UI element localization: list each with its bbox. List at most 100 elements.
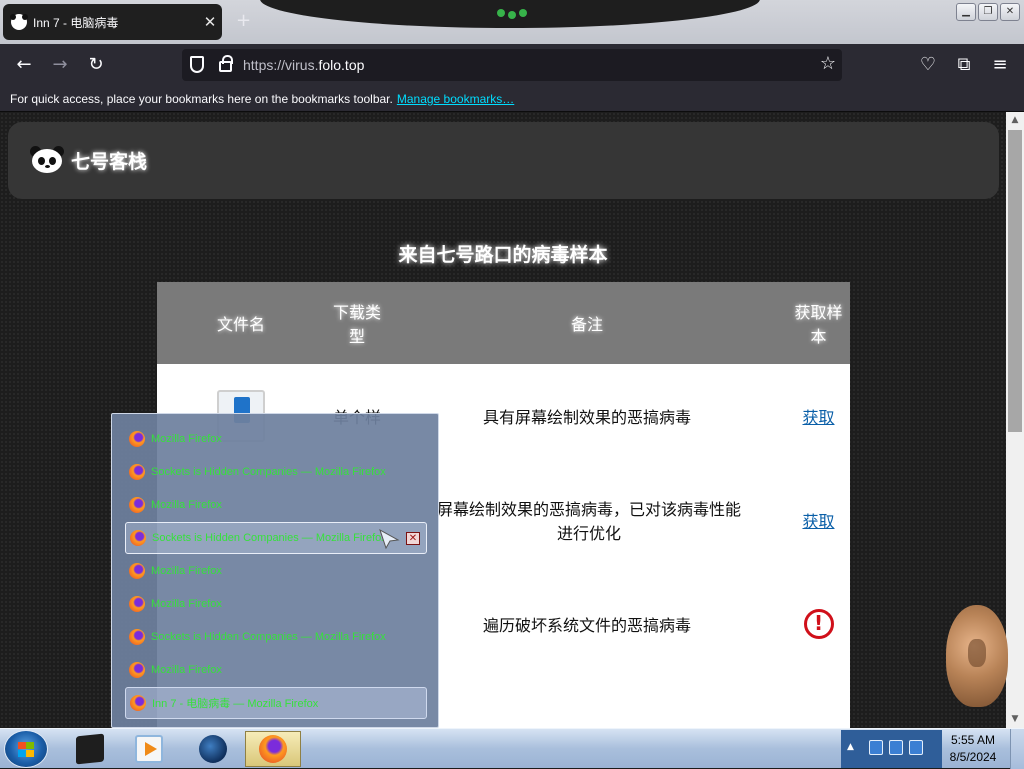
- get-cell: 获取: [787, 468, 850, 572]
- header-notes: 备注: [570, 315, 603, 334]
- firefox-icon: [129, 563, 145, 579]
- clock-date: 8/5/2024: [949, 750, 997, 764]
- table-header: 文件名 下载类型 备注 获取样本: [157, 282, 850, 364]
- firefox-icon: [129, 464, 145, 480]
- tab-close-icon[interactable]: ✕: [198, 13, 222, 31]
- taskbar-app-media-player[interactable]: [121, 731, 177, 767]
- window-list-label: Mozilla Firefox: [151, 433, 222, 445]
- window-list-label: Mozilla Firefox: [151, 565, 222, 577]
- tab-inn7[interactable]: Inn 7 - 电脑病毒 ✕: [3, 4, 222, 40]
- firefox-icon: [129, 662, 145, 678]
- windows-taskbar: ▲ 5:55 AM 8/5/2024: [0, 728, 1024, 769]
- scroll-down-icon[interactable]: ▼: [1006, 711, 1024, 728]
- minimize-button[interactable]: ▁: [956, 3, 976, 21]
- clock-time: 5:55 AM: [950, 733, 996, 747]
- menu-icon[interactable]: ≡: [988, 53, 1012, 77]
- browser-titlebar: Inn 7 - 电脑病毒 ✕ + ▁ ❐ ✕: [0, 0, 1024, 44]
- window-list-item[interactable]: Sockets is Hidden Companies — Mozilla Fi…: [125, 621, 427, 653]
- bookmarks-hint-text: For quick access, place your bookmarks h…: [10, 92, 393, 106]
- window-list-item[interactable]: Sockets is Hidden Companies — Mozilla Fi…: [125, 456, 427, 488]
- firefox-icon: [129, 431, 145, 447]
- forward-arrow-icon[interactable]: →: [48, 53, 72, 77]
- firefox-icon: [259, 735, 287, 763]
- note-cell: 具有屏幕绘制效果的恶搞病毒: [482, 408, 691, 427]
- firefox-icon: [130, 695, 146, 711]
- globe-icon: [199, 735, 227, 763]
- header-get-sample: 获取样本: [794, 303, 843, 346]
- get-sample-link[interactable]: 获取: [802, 404, 834, 428]
- note-cell: 屏幕绘制效果的恶搞病毒，已对该病毒性能进行优化: [436, 500, 741, 543]
- taskbar-app-explorer[interactable]: [62, 731, 118, 767]
- firefox-icon: [130, 530, 146, 546]
- window-controls: ▁ ❐ ✕: [956, 3, 1020, 21]
- note-cell: 遍历破坏系统文件的恶搞病毒: [482, 616, 691, 635]
- folder-icon: [76, 733, 104, 765]
- url-text[interactable]: https://virus.folo.top: [243, 57, 364, 73]
- close-window-icon[interactable]: ✕: [406, 532, 420, 545]
- reload-icon[interactable]: ↻: [84, 53, 108, 77]
- window-list-label: Sockets is Hidden Companies — Mozilla Fi…: [152, 532, 387, 544]
- tray-icons: [869, 740, 923, 755]
- window-list-label: Mozilla Firefox: [151, 664, 222, 676]
- url-bar[interactable]: https://virus.folo.top ☆: [182, 49, 842, 81]
- window-list-label: Mozilla Firefox: [151, 499, 222, 511]
- lock-icon[interactable]: [219, 55, 233, 72]
- alert-icon[interactable]: !: [803, 609, 834, 639]
- new-tab-button[interactable]: +: [236, 10, 251, 31]
- scrollbar-thumb[interactable]: [1008, 130, 1022, 432]
- get-cell: !: [787, 572, 850, 676]
- firefox-icon: [129, 596, 145, 612]
- window-list-item[interactable]: Mozilla Firefox: [125, 588, 427, 620]
- window-list-label: Mozilla Firefox: [151, 598, 222, 610]
- windows-start-icon[interactable]: [4, 730, 48, 768]
- taskbar-clock[interactable]: 5:55 AM 8/5/2024: [942, 732, 1004, 766]
- url-domain: folo.top: [318, 57, 365, 73]
- volume-icon[interactable]: [909, 740, 923, 755]
- back-arrow-icon[interactable]: ←: [12, 53, 36, 77]
- window-list-label: Inn 7 - 电脑病毒 — Mozilla Firefox: [152, 698, 319, 710]
- extensions-icon[interactable]: ⧉: [952, 53, 976, 77]
- bookmarks-toolbar: For quick access, place your bookmarks h…: [0, 86, 1024, 112]
- show-desktop-button[interactable]: [1010, 729, 1024, 769]
- star-icon[interactable]: ☆: [820, 53, 836, 74]
- taskbar-app-globe[interactable]: [185, 731, 241, 767]
- header-download-type: 下载类型: [332, 303, 381, 346]
- firefox-icon: [129, 497, 145, 513]
- scroll-up-icon[interactable]: ▲: [1006, 112, 1024, 129]
- media-player-icon: [135, 735, 163, 763]
- desktop-mascot[interactable]: [946, 605, 1008, 707]
- panda-logo-icon[interactable]: [30, 144, 64, 174]
- site-header: 七号客栈: [8, 122, 999, 199]
- window-list-item[interactable]: Inn 7 - 电脑病毒 — Mozilla Firefox: [125, 687, 427, 719]
- tab-title: Inn 7 - 电脑病毒: [33, 15, 119, 30]
- tray-expand-icon[interactable]: ▲: [847, 742, 854, 752]
- network-icon[interactable]: [869, 740, 883, 755]
- firefox-icon: [129, 629, 145, 645]
- theme-dots-decoration: [497, 4, 527, 19]
- mouse-cursor-icon: [379, 528, 400, 550]
- close-window-button[interactable]: ✕: [1000, 3, 1020, 21]
- panda-favicon-icon: [10, 14, 28, 30]
- get-sample-link[interactable]: 获取: [802, 508, 834, 532]
- site-name[interactable]: 七号客栈: [71, 147, 147, 174]
- window-list-item[interactable]: Sockets is Hidden Companies — Mozilla Fi…: [125, 522, 427, 554]
- manage-bookmarks-link[interactable]: Manage bookmarks…: [397, 92, 514, 106]
- page-scrollbar[interactable]: ▲ ▼: [1006, 112, 1024, 728]
- navigation-toolbar: ← → ↻ https://virus.folo.top ☆ ♡ ⧉ ≡: [0, 44, 1024, 86]
- restore-button[interactable]: ❐: [978, 3, 998, 21]
- window-list-item[interactable]: Mozilla Firefox: [125, 555, 427, 587]
- window-list-label: Sockets is Hidden Companies — Mozilla Fi…: [151, 631, 386, 643]
- get-cell: 获取: [787, 364, 850, 468]
- window-list-item[interactable]: Mozilla Firefox: [125, 423, 427, 455]
- pocket-icon[interactable]: ♡: [916, 53, 940, 77]
- window-list-item[interactable]: Mozilla Firefox: [125, 489, 427, 521]
- header-filename: 文件名: [216, 315, 265, 334]
- shield-icon[interactable]: [190, 56, 204, 73]
- page-title: 来自七号路口的病毒样本: [398, 244, 608, 266]
- system-tray: ▲: [841, 730, 942, 768]
- taskbar-app-firefox[interactable]: [245, 731, 301, 767]
- monitor-icon[interactable]: [889, 740, 903, 755]
- bookmarks-hint: For quick access, place your bookmarks h…: [10, 92, 514, 106]
- taskbar-window-list: Mozilla Firefox Sockets is Hidden Compan…: [111, 413, 439, 728]
- window-list-item[interactable]: Mozilla Firefox: [125, 654, 427, 686]
